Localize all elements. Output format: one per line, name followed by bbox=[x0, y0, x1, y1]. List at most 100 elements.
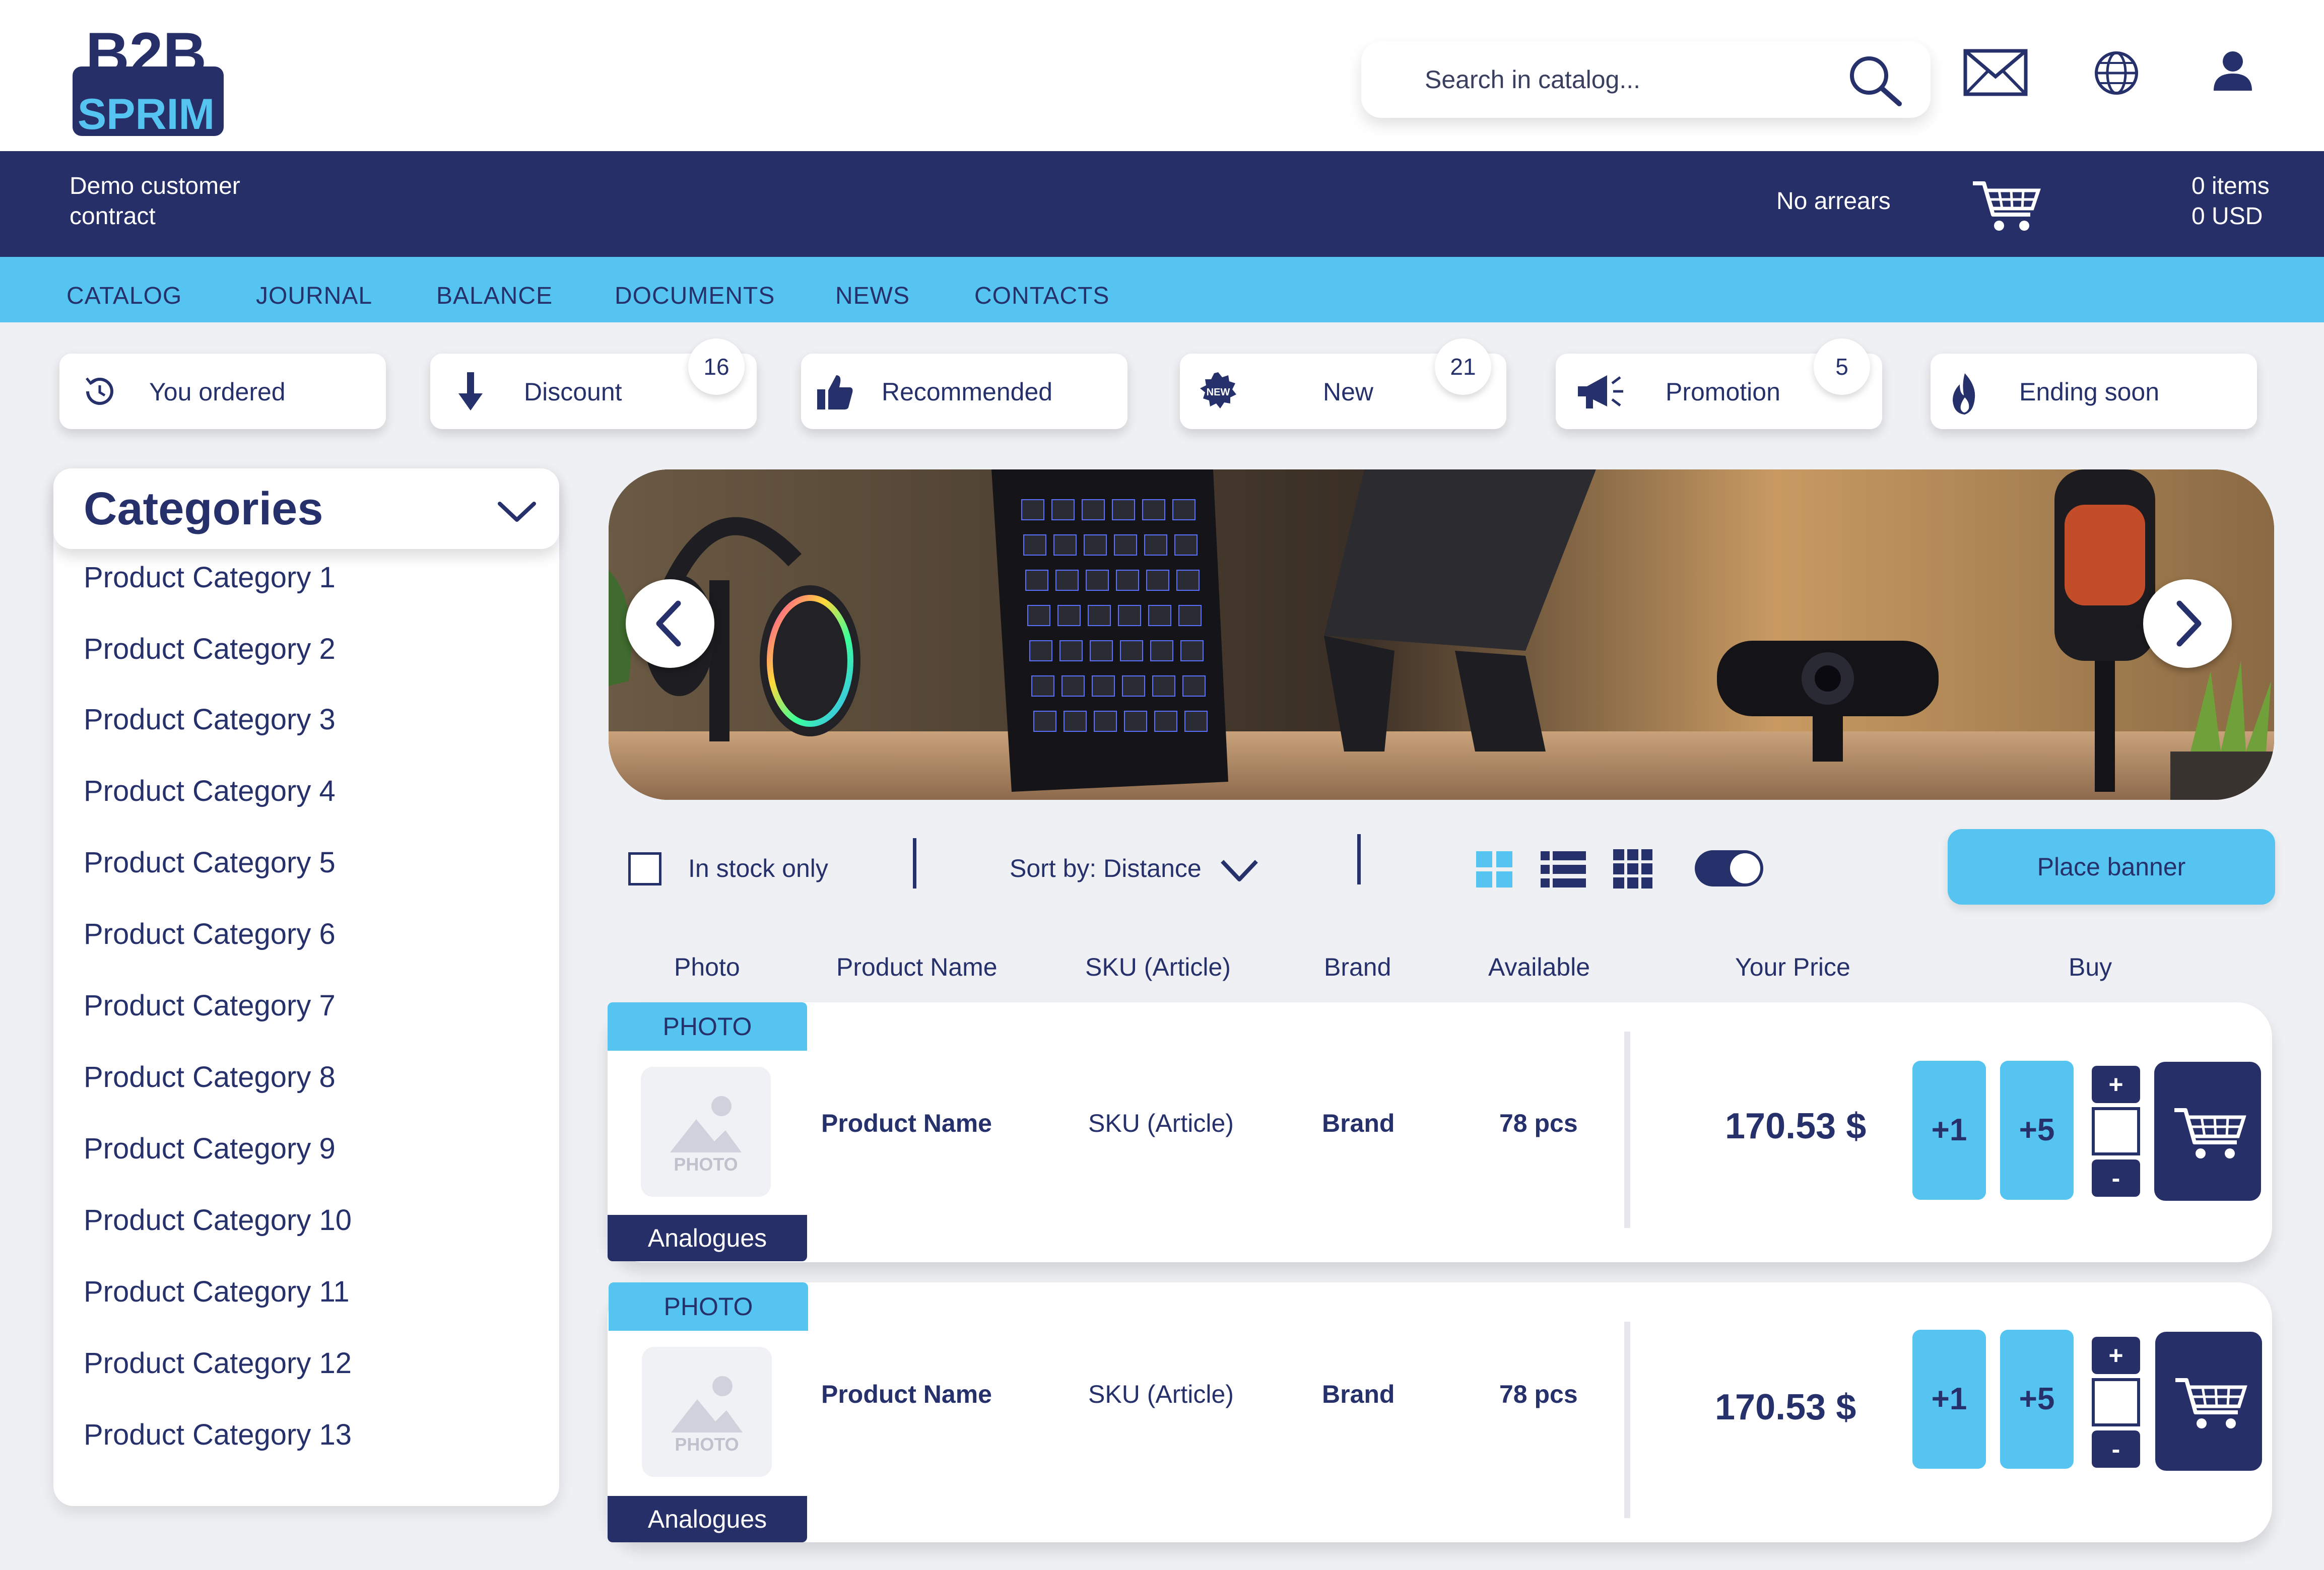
category-item[interactable]: Product Category 5 bbox=[84, 845, 336, 880]
column-header-name[interactable]: Product Name bbox=[836, 952, 998, 982]
new-seal-text: NEW bbox=[1207, 387, 1230, 398]
grid-view-icon[interactable] bbox=[1613, 849, 1652, 889]
filter-new[interactable]: NEW New 21 bbox=[1180, 338, 1506, 429]
category-item[interactable]: Product Category 4 bbox=[84, 774, 336, 809]
nav-contacts[interactable]: CONTACTS bbox=[974, 282, 1109, 310]
quantity-input[interactable] bbox=[2092, 1107, 2140, 1155]
category-item[interactable]: Product Category 8 bbox=[84, 1060, 336, 1095]
quantity-input[interactable] bbox=[2092, 1378, 2140, 1426]
filter-label: Promotion bbox=[1666, 378, 1780, 406]
search-icon[interactable] bbox=[1845, 51, 1905, 108]
product-available: 78 pcs bbox=[1499, 1109, 1578, 1137]
list-view-icon[interactable] bbox=[1541, 850, 1586, 889]
tile-view-icon[interactable] bbox=[1475, 850, 1513, 889]
filter-label: You ordered bbox=[149, 378, 286, 406]
category-item[interactable]: Product Category 6 bbox=[84, 917, 336, 952]
chevron-left-icon bbox=[626, 579, 714, 668]
column-header-brand[interactable]: Brand bbox=[1324, 952, 1391, 982]
filter-label: Discount bbox=[524, 378, 622, 406]
count-badge: 16 bbox=[688, 338, 745, 395]
arrow-down-icon bbox=[450, 371, 491, 412]
add-to-cart-button[interactable] bbox=[2154, 1062, 2261, 1201]
view-toggle-switch[interactable] bbox=[1694, 849, 1764, 888]
category-item[interactable]: Product Category 3 bbox=[84, 702, 336, 737]
search-input[interactable] bbox=[1425, 59, 1828, 100]
cart-icon bbox=[2155, 1332, 2262, 1471]
category-item[interactable]: Product Category 11 bbox=[84, 1274, 350, 1310]
product-name[interactable]: Product Name bbox=[821, 1108, 992, 1138]
cart-items-count: 0 items bbox=[2192, 173, 2270, 199]
cart-summary[interactable]: 0 items 0 USD bbox=[2192, 171, 2270, 232]
category-item[interactable]: Product Category 12 bbox=[84, 1346, 352, 1381]
new-seal-icon: NEW bbox=[1198, 371, 1238, 412]
add-to-cart-button[interactable] bbox=[2155, 1332, 2262, 1471]
category-item[interactable]: Product Category 7 bbox=[84, 988, 336, 1023]
banner-next-button[interactable] bbox=[2143, 579, 2232, 668]
sort-dropdown[interactable]: Sort by: Distance bbox=[1010, 853, 1202, 883]
brand-logo[interactable]: B2B SPRIM bbox=[71, 20, 227, 141]
banner-image bbox=[609, 469, 2274, 800]
analogues-button[interactable]: Analogues bbox=[608, 1496, 807, 1542]
user-icon[interactable] bbox=[2212, 49, 2254, 92]
cart-icon bbox=[2154, 1062, 2261, 1201]
chevron-down-icon[interactable] bbox=[1219, 856, 1259, 884]
photo-tag: PHOTO bbox=[609, 1282, 808, 1331]
logo-text-top: B2B bbox=[86, 20, 207, 88]
place-banner-button[interactable]: Place banner bbox=[1948, 829, 2275, 905]
filter-promotion[interactable]: Promotion 5 bbox=[1556, 338, 1882, 429]
search-box[interactable] bbox=[1361, 41, 1931, 118]
mail-icon[interactable] bbox=[1963, 48, 2028, 97]
globe-icon[interactable] bbox=[2094, 50, 2139, 96]
decrement-button[interactable]: - bbox=[2092, 1430, 2140, 1468]
nav-journal[interactable]: JOURNAL bbox=[256, 282, 372, 310]
add-one-button[interactable]: +1 bbox=[1912, 1330, 1986, 1469]
product-thumbnail[interactable]: PHOTO bbox=[641, 1067, 771, 1197]
product-brand: Brand bbox=[1322, 1380, 1395, 1408]
in-stock-label[interactable]: In stock only bbox=[688, 853, 828, 883]
category-item[interactable]: Product Category 1 bbox=[84, 560, 336, 595]
categories-header[interactable]: Categories bbox=[53, 468, 559, 549]
increment-button[interactable]: + bbox=[2092, 1066, 2140, 1103]
filter-you-ordered[interactable]: You ordered bbox=[59, 354, 386, 429]
analogues-button[interactable]: Analogues bbox=[608, 1215, 807, 1261]
add-one-button[interactable]: +1 bbox=[1912, 1061, 1986, 1200]
contract-label[interactable]: Demo customer contract bbox=[70, 171, 240, 232]
category-item[interactable]: Product Category 9 bbox=[84, 1131, 336, 1167]
column-header-sku[interactable]: SKU (Article) bbox=[1085, 952, 1231, 982]
category-item[interactable]: Product Category 13 bbox=[84, 1417, 352, 1453]
nav-balance[interactable]: BALANCE bbox=[436, 282, 553, 310]
contract-line-1: Demo customer bbox=[70, 173, 240, 199]
filter-ending-soon[interactable]: Ending soon bbox=[1931, 354, 2257, 429]
cart-icon[interactable] bbox=[1971, 179, 2041, 235]
categories-title: Categories bbox=[84, 483, 323, 534]
add-five-button[interactable]: +5 bbox=[2000, 1061, 2074, 1200]
thumb-placeholder-text: PHOTO bbox=[675, 1434, 739, 1455]
product-sku: SKU (Article) bbox=[1088, 1380, 1234, 1408]
category-item[interactable]: Product Category 10 bbox=[84, 1203, 352, 1238]
column-header-available[interactable]: Available bbox=[1488, 952, 1590, 982]
count-badge: 5 bbox=[1814, 338, 1870, 395]
product-name[interactable]: Product Name bbox=[821, 1379, 992, 1409]
add-five-button[interactable]: +5 bbox=[2000, 1330, 2074, 1469]
chevron-down-icon[interactable] bbox=[492, 494, 542, 529]
row-divider bbox=[1624, 1322, 1630, 1518]
cart-total: 0 USD bbox=[2192, 203, 2263, 230]
nav-catalog[interactable]: CATALOG bbox=[67, 282, 182, 310]
promo-banner[interactable] bbox=[609, 469, 2274, 800]
product-thumbnail[interactable]: PHOTO bbox=[642, 1347, 772, 1477]
category-item[interactable]: Product Category 2 bbox=[84, 632, 336, 667]
photo-tag: PHOTO bbox=[608, 1002, 807, 1051]
filter-label: Recommended bbox=[882, 378, 1053, 406]
in-stock-checkbox[interactable] bbox=[628, 852, 661, 885]
banner-prev-button[interactable] bbox=[626, 579, 714, 668]
filter-discount[interactable]: Discount 16 bbox=[430, 338, 757, 429]
product-sku: SKU (Article) bbox=[1088, 1109, 1234, 1137]
increment-button[interactable]: + bbox=[2092, 1337, 2140, 1374]
nav-documents[interactable]: DOCUMENTS bbox=[615, 282, 775, 310]
decrement-button[interactable]: - bbox=[2092, 1159, 2140, 1197]
toolbar-divider bbox=[913, 838, 916, 889]
column-header-price[interactable]: Your Price bbox=[1735, 952, 1850, 982]
contract-line-2: contract bbox=[70, 203, 156, 230]
filter-recommended[interactable]: Recommended bbox=[801, 354, 1127, 429]
nav-news[interactable]: NEWS bbox=[835, 282, 910, 310]
